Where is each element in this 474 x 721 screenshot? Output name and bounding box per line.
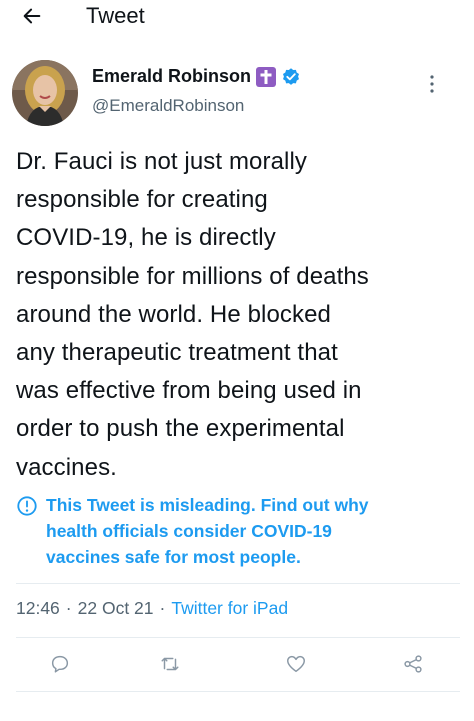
- tweet-meta: 12:46 · 22 Oct 21 · Twitter for iPad: [16, 598, 288, 619]
- reply-button[interactable]: [44, 648, 76, 680]
- meta-separator: ·: [65, 598, 72, 618]
- share-button[interactable]: [397, 648, 429, 680]
- avatar[interactable]: [12, 60, 78, 126]
- tweet-author: Emerald Robinson @EmeraldRobinson: [12, 60, 462, 130]
- more-options-button[interactable]: [424, 72, 440, 96]
- divider: [16, 637, 460, 638]
- info-circle-icon: [17, 496, 37, 516]
- divider: [16, 691, 460, 692]
- arrow-left-icon: [23, 8, 41, 24]
- verified-check-icon: [281, 67, 301, 87]
- avatar-image: [12, 60, 78, 126]
- reply-icon: [51, 655, 69, 673]
- page-title: Tweet: [86, 3, 145, 28]
- author-name-row: Emerald Robinson: [92, 66, 301, 87]
- tweet-date: 22 Oct 21: [77, 598, 154, 618]
- back-button[interactable]: [18, 2, 46, 30]
- tweet-source-link[interactable]: Twitter for iPad: [171, 598, 288, 619]
- like-icon: [287, 655, 305, 673]
- more-vertical-icon: [430, 75, 434, 93]
- author-handle[interactable]: @EmeraldRobinson: [92, 96, 244, 116]
- action-bar: [0, 648, 474, 680]
- top-bar: Tweet: [0, 0, 474, 36]
- latin-cross-icon: [256, 66, 277, 87]
- author-name[interactable]: Emerald Robinson: [92, 66, 251, 87]
- misleading-notice-link[interactable]: This Tweet is misleading. Find out why h…: [46, 492, 446, 570]
- like-button[interactable]: [280, 648, 312, 680]
- share-icon: [404, 655, 422, 673]
- tweet-time: 12:46: [16, 598, 60, 618]
- tweet-text: Dr. Fauci is not just morally responsibl…: [16, 148, 369, 481]
- meta-separator: ·: [159, 598, 166, 618]
- divider: [16, 583, 460, 584]
- retweet-button[interactable]: [154, 648, 186, 680]
- retweet-icon: [161, 657, 179, 671]
